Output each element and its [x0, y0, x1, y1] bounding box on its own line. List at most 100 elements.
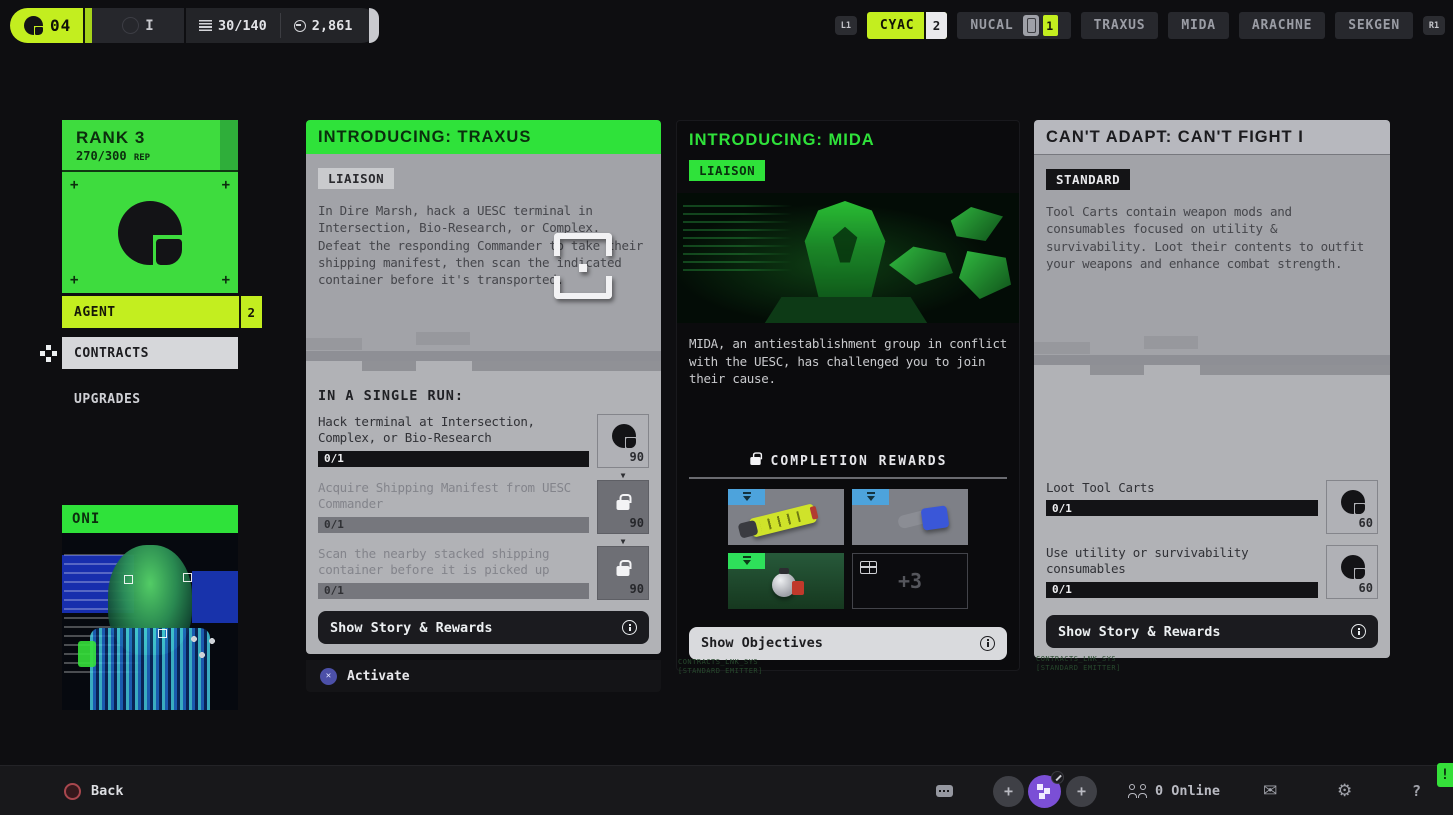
contract-type-tag: LIAISON — [689, 160, 765, 181]
more-rewards-count: +3 — [853, 554, 967, 608]
tab-cyac[interactable]: CYAC 2 — [867, 12, 948, 39]
rank-emblem-panel: + + + + — [62, 172, 238, 293]
back-action[interactable]: Back — [64, 766, 124, 815]
plus-icon: + — [1066, 776, 1097, 807]
plus-icon: + — [993, 776, 1024, 807]
reward-tile-grid: +3 — [728, 489, 968, 609]
oni-portrait-card: ONI — [62, 505, 238, 710]
tab-nucal[interactable]: NUCAL 1 — [957, 12, 1070, 39]
mail-button[interactable]: ✉ — [1263, 766, 1277, 815]
objective-progress: 0/1 — [318, 451, 589, 467]
hud-stats: 30/140 2,861 — [186, 8, 379, 43]
objective-text: Acquire Shipping Manifest from UESC Comm… — [318, 480, 589, 513]
contract-card-mida: INTRODUCING: MIDA LIAISON MIDA, an antie… — [676, 120, 1020, 671]
reward-box-locked: 90 — [597, 480, 649, 534]
squad-pill[interactable]: 04 — [10, 8, 92, 43]
reward-box: 60 — [1326, 480, 1378, 534]
objective-progress: 0/1 — [318, 517, 589, 533]
lock-icon — [750, 457, 760, 465]
reward-tile-more[interactable]: +3 — [852, 553, 968, 609]
reward-box: 90 — [597, 414, 649, 468]
slot-label: I — [145, 18, 153, 34]
chat-button[interactable] — [936, 766, 953, 815]
empty-slot-icon — [122, 17, 139, 34]
tab-mida[interactable]: MIDA — [1168, 12, 1229, 39]
contract-card-cant-adapt: CAN'T ADAPT: CAN'T FIGHT I STANDARD Tool… — [1034, 120, 1390, 658]
contract-card-traxus: INTRODUCING: TRAXUS LIAISON In Dire Mars… — [306, 120, 661, 692]
info-icon — [980, 636, 995, 651]
avatar-emblem-icon — [1037, 784, 1052, 799]
sidebar-item-agent[interactable]: AGENT 2 — [62, 296, 262, 328]
objective-row: Acquire Shipping Manifest from UESC Comm… — [318, 480, 649, 534]
battery-item-image — [749, 503, 818, 537]
online-status: 0 Online — [1128, 766, 1220, 815]
objectives-header: IN A SINGLE RUN: — [318, 388, 649, 404]
reward-box: 60 — [1326, 545, 1378, 599]
tab-arachne[interactable]: ARACHNE — [1239, 12, 1325, 39]
reward-amount: 60 — [1359, 581, 1373, 595]
reward-amount: 90 — [630, 582, 644, 596]
shoulder-right-icon: R1 — [1423, 16, 1445, 35]
lock-icon — [617, 500, 630, 510]
decor-glitch-band — [306, 332, 661, 378]
chat-icon — [936, 785, 953, 797]
show-objectives-button[interactable]: Show Objectives — [689, 627, 1007, 660]
sidebar-item-contracts[interactable]: CONTRACTS — [62, 337, 238, 369]
reward-amount: 90 — [630, 450, 644, 464]
contract-type-tag: LIAISON — [318, 168, 394, 189]
show-story-rewards-button[interactable]: Show Story & Rewards — [318, 611, 649, 644]
currency-value: 2,861 — [312, 18, 353, 34]
oni-portrait-image — [62, 533, 238, 710]
claim-badge-icon — [728, 553, 765, 569]
rank-card: RANK 3 270/300 REP + + + + — [62, 120, 238, 295]
tab-traxus[interactable]: TRAXUS — [1081, 12, 1159, 39]
scan-cursor — [552, 233, 616, 299]
contracts-count-value: 30/140 — [218, 18, 267, 34]
coin-icon — [294, 20, 306, 32]
reward-tile-grenade[interactable] — [728, 553, 844, 609]
card-description-panel: STANDARD Tool Carts contain weapon mods … — [1034, 154, 1390, 336]
squad-pill-cap — [83, 8, 92, 43]
contracts-screen: 04 I 30/140 2,861 L1 CYAC 2 NUCAL — [0, 0, 1453, 815]
objective-text: Loot Tool Carts — [1046, 480, 1318, 496]
objective-row: Loot Tool Carts 0/1 60 — [1046, 480, 1378, 534]
objective-progress: 0/1 — [1046, 500, 1318, 516]
dpad-icon — [40, 345, 57, 362]
people-icon — [1128, 784, 1147, 798]
player-avatar[interactable] — [1028, 766, 1061, 815]
add-party-slot-right[interactable]: + — [1066, 766, 1097, 815]
show-story-rewards-button[interactable]: Show Story & Rewards — [1046, 615, 1378, 648]
reward-tile-consumable[interactable] — [728, 489, 844, 545]
objective-row: Hack terminal at Intersection, Complex, … — [318, 414, 649, 468]
fine-print: CONTRACTS_LNK_SYS [STANDARD EMITTER] — [678, 658, 763, 677]
rep-icon — [1341, 555, 1365, 579]
gamepad-cross-button-icon: ✕ — [320, 668, 337, 685]
notification-alert-badge[interactable]: ! — [1437, 763, 1453, 787]
objectives-panel: IN A SINGLE RUN: Hack terminal at Inters… — [306, 378, 661, 654]
help-button[interactable]: ? — [1412, 766, 1421, 815]
chevron-down-icon: ▼ — [597, 538, 649, 545]
reward-amount: 60 — [1359, 516, 1373, 530]
sidebar-item-upgrades[interactable]: UPGRADES — [62, 383, 238, 415]
add-party-slot-left[interactable]: + — [993, 766, 1024, 815]
objective-text: Use utility or survivability consumables — [1046, 545, 1318, 578]
reward-amount: 90 — [630, 516, 644, 530]
device-icon — [1023, 15, 1039, 36]
activate-label: Activate — [347, 669, 410, 684]
claim-badge-icon — [728, 489, 765, 505]
nucal-count-badge: 1 — [1043, 15, 1058, 36]
rank-title: RANK 3 — [76, 128, 238, 148]
stats-pill-cap — [369, 8, 379, 43]
slot-pill[interactable]: I — [92, 8, 184, 43]
cyac-faction-logo — [118, 201, 182, 265]
activate-action[interactable]: ✕ Activate — [306, 660, 661, 692]
reward-tile-attachment[interactable] — [852, 489, 968, 545]
settings-button[interactable]: ⚙ — [1337, 766, 1352, 815]
back-label: Back — [91, 783, 124, 799]
card-title: INTRODUCING: TRAXUS — [306, 120, 661, 154]
question-icon: ? — [1412, 782, 1421, 800]
squad-count: 04 — [50, 16, 71, 35]
chevron-down-icon: ▼ — [597, 472, 649, 479]
tab-sekgen[interactable]: SEKGEN — [1335, 12, 1413, 39]
rep-icon — [612, 424, 636, 448]
